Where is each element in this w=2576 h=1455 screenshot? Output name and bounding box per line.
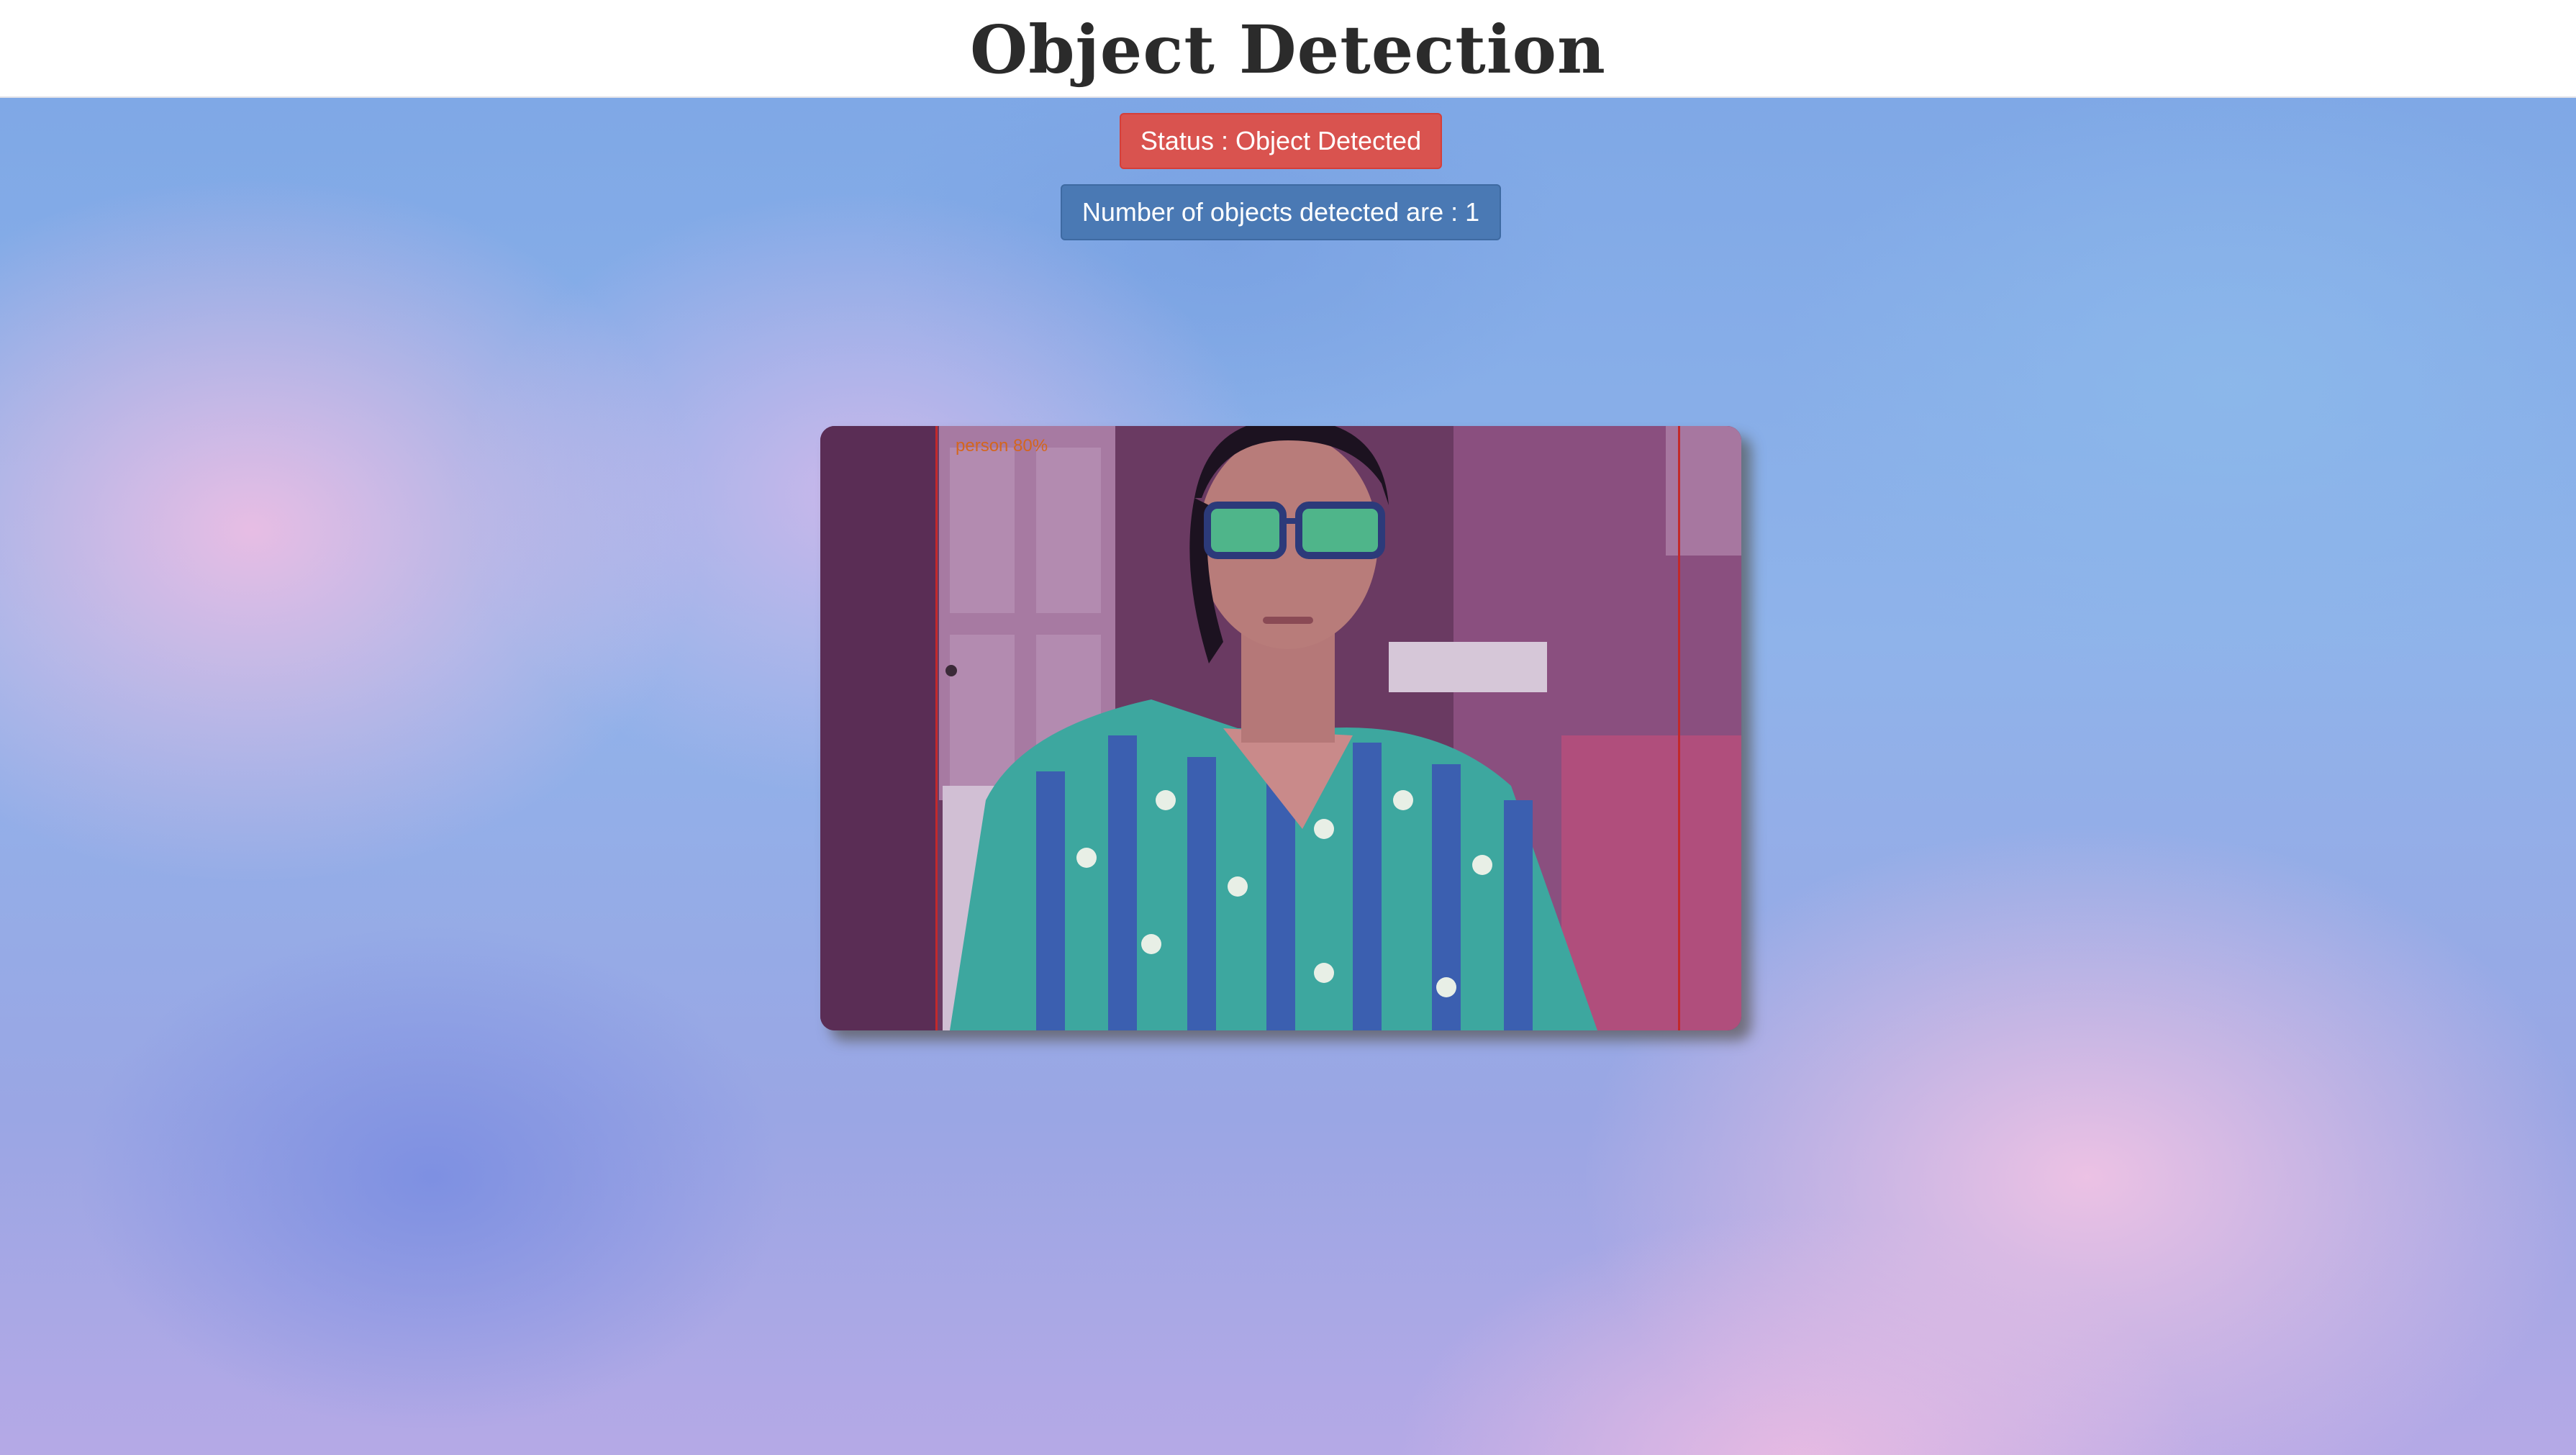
webcam-feed: person 80%: [820, 426, 1741, 1030]
page-header: Object Detection: [0, 0, 2576, 98]
detection-bounding-box: [935, 426, 1680, 1030]
status-button[interactable]: Status : Object Detected: [1120, 113, 1442, 169]
page-title: Object Detection: [970, 11, 1606, 89]
detection-label: person 80%: [956, 436, 1048, 455]
object-count-button[interactable]: Number of objects detected are : 1: [1061, 184, 1501, 240]
